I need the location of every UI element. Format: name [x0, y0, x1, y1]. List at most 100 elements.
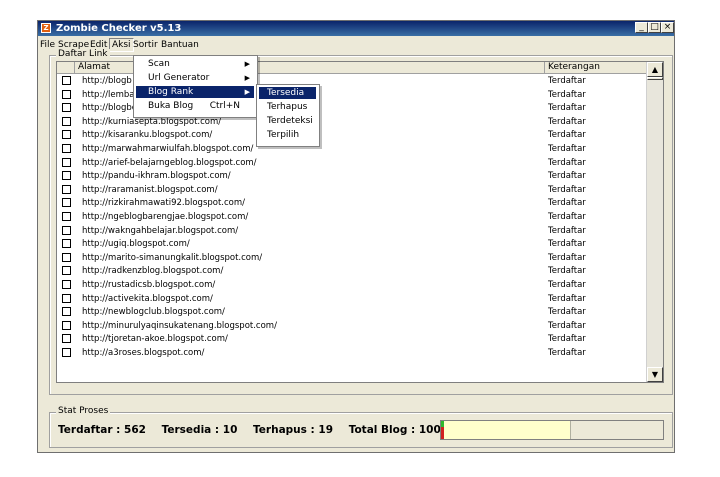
row-checkbox[interactable] — [62, 293, 71, 303]
row-status: Terdaftar — [548, 212, 586, 222]
table-row[interactable]: http://ugiq.blogspot.com/Terdaftar — [57, 238, 647, 250]
stat-terhapus: Terhapus : 19 — [253, 424, 334, 436]
vertical-scrollbar[interactable]: ▲ ▼ — [646, 62, 663, 382]
row-checkbox[interactable] — [62, 239, 71, 249]
progress-fill — [444, 421, 572, 439]
table-row[interactable]: http://activekita.blogspot.com/Terdaftar — [57, 293, 647, 305]
row-status: Terdaftar — [548, 184, 586, 195]
table-row[interactable]: http://marwahmarwiulfah.blogspot.com/Ter… — [57, 143, 647, 155]
table-row[interactable]: http://tjoretan-akoe.blogspot.com/Terdaf… — [57, 333, 647, 345]
row-checkbox[interactable] — [62, 280, 71, 289]
row-url: http://blogb — [82, 76, 132, 86]
row-status: Terdaftar — [548, 198, 586, 209]
row-checkbox[interactable] — [62, 252, 71, 262]
row-checkbox[interactable] — [62, 89, 71, 99]
menu-item-label: Blog Rank — [148, 87, 194, 97]
minimize-button[interactable]: _ — [635, 22, 648, 33]
row-status: Terdaftar — [548, 307, 586, 318]
row-checkbox[interactable] — [62, 320, 71, 330]
stats-line: Terdaftar : 562 Tersedia : 10 Terhapus :… — [58, 423, 460, 437]
row-url: http://kisaranku.blogspot.com/ — [82, 130, 213, 141]
row-url: http://activekita.blogspot.com/ — [82, 293, 213, 304]
maximize-button[interactable]: □ — [648, 22, 661, 33]
menu-item-url-generator[interactable]: Url Generator ▶ — [136, 72, 254, 84]
row-checkbox[interactable] — [62, 184, 71, 194]
table-row[interactable]: http://ngeblogbarengjae.blogspot.com/Ter… — [57, 211, 647, 223]
table-row[interactable]: http://newblogclub.blogspot.com/Terdafta… — [57, 306, 647, 318]
table-row[interactable]: http://kisaranku.blogspot.com/Terdaftar — [57, 129, 647, 141]
submenu-item-terpilih[interactable]: Terpilih — [259, 129, 316, 141]
menu-item-label: Scan — [148, 59, 170, 69]
row-status: Terdaftar — [548, 320, 586, 331]
row-url: http://raramanist.blogspot.com/ — [82, 184, 218, 195]
row-url: http://ugiq.blogspot.com/ — [82, 239, 190, 250]
row-status: Terdaftar — [548, 252, 586, 263]
row-status: Terdaftar — [548, 348, 586, 358]
row-checkbox[interactable] — [62, 198, 71, 208]
row-url: http://newblogclub.blogspot.com/ — [82, 307, 225, 318]
scroll-up-button[interactable]: ▲ — [647, 62, 663, 77]
menu-item-scan[interactable]: Scan ▶ — [136, 58, 254, 70]
stat-tersedia: Tersedia : 10 — [161, 424, 238, 436]
submenu-arrow-icon: ▶ — [244, 88, 250, 96]
row-status: Terdaftar — [548, 334, 586, 345]
row-checkbox[interactable] — [62, 157, 71, 167]
menu-item-blog-rank[interactable]: Blog Rank ▶ — [136, 86, 254, 98]
menu-sortir[interactable]: Sortir — [131, 39, 160, 51]
table-row[interactable]: http://rizkirahmawati92.blogspot.com/Ter… — [57, 197, 647, 209]
table-row[interactable]: http://arief-belajarngeblog.blogspot.com… — [57, 157, 647, 169]
stat-total-blog: Total Blog : 1000 — [348, 424, 449, 436]
row-checkbox[interactable] — [62, 171, 71, 181]
submenu-arrow-icon: ▶ — [244, 74, 250, 82]
row-status: Terdaftar — [548, 103, 586, 114]
row-url: http://arief-belajarngeblog.blogspot.com… — [82, 157, 257, 168]
table-row[interactable]: http://wakngahbelajar.blogspot.com/Terda… — [57, 225, 647, 237]
row-status: Terdaftar — [548, 76, 586, 86]
row-status: Terdaftar — [548, 89, 586, 100]
row-checkbox[interactable] — [62, 307, 71, 317]
row-checkbox[interactable] — [62, 212, 71, 221]
row-checkbox[interactable] — [62, 225, 71, 235]
group-label: Stat Proses — [56, 406, 111, 416]
row-url: http://minurulyaqinsukatenang.blogspot.c… — [82, 320, 277, 331]
table-row[interactable]: http://marito-simanungkalit.blogspot.com… — [57, 252, 647, 264]
title-bar[interactable]: Z Zombie Checker v5.13 _ □ × — [38, 21, 674, 36]
row-status: Terdaftar — [548, 130, 586, 141]
menu-file[interactable]: File — [38, 39, 57, 51]
row-status: Terdaftar — [548, 293, 586, 304]
scroll-thumb[interactable] — [647, 77, 663, 80]
submenu-item-terhapus[interactable]: Terhapus — [259, 101, 316, 113]
menu-aksi[interactable]: Aksi — [109, 38, 134, 52]
row-checkbox[interactable] — [62, 116, 71, 126]
table-row[interactable]: http://radkenzblog.blogspot.com/Terdafta… — [57, 265, 647, 277]
scroll-down-button[interactable]: ▼ — [647, 367, 663, 382]
row-status: Terdaftar — [548, 157, 586, 168]
close-button[interactable]: × — [661, 22, 674, 33]
table-row[interactable]: http://rustadicsb.blogspot.com/Terdaftar — [57, 279, 647, 291]
menu-bantuan[interactable]: Bantuan — [159, 39, 201, 51]
submenu-item-tersedia[interactable]: Tersedia — [259, 87, 316, 99]
menu-item-buka-blog[interactable]: Buka Blog Ctrl+N — [136, 100, 254, 112]
table-row[interactable]: http://minurulyaqinsukatenang.blogspot.c… — [57, 320, 647, 332]
submenu-arrow-icon: ▶ — [244, 60, 250, 68]
row-url: http://a3roses.blogspot.com/ — [82, 348, 205, 358]
column-header-keterangan[interactable]: Keterangan — [545, 62, 647, 74]
group-label: Daftar Link — [56, 49, 110, 59]
row-checkbox[interactable] — [62, 144, 71, 153]
checkbox-column-header[interactable] — [57, 62, 75, 74]
row-checkbox[interactable] — [62, 334, 71, 344]
menu-bar: File Scrape Edit Aksi Sortir Bantuan — [38, 37, 674, 53]
submenu-item-terdeteksi[interactable]: Terdeteksi — [259, 115, 316, 127]
row-checkbox[interactable] — [62, 130, 71, 140]
row-status: Terdaftar — [548, 225, 586, 236]
row-checkbox[interactable] — [62, 348, 71, 357]
table-row[interactable]: http://pandu-ikhram.blogspot.com/Terdaft… — [57, 170, 647, 182]
table-row[interactable]: http://a3roses.blogspot.com/Terdaftar — [57, 347, 647, 359]
row-checkbox[interactable] — [62, 266, 71, 276]
progress-bar — [440, 420, 664, 440]
row-checkbox[interactable] — [62, 76, 71, 85]
row-checkbox[interactable] — [62, 103, 71, 113]
row-url: http://wakngahbelajar.blogspot.com/ — [82, 225, 239, 236]
row-status: Terdaftar — [548, 144, 586, 154]
table-row[interactable]: http://raramanist.blogspot.com/Terdaftar — [57, 184, 647, 196]
